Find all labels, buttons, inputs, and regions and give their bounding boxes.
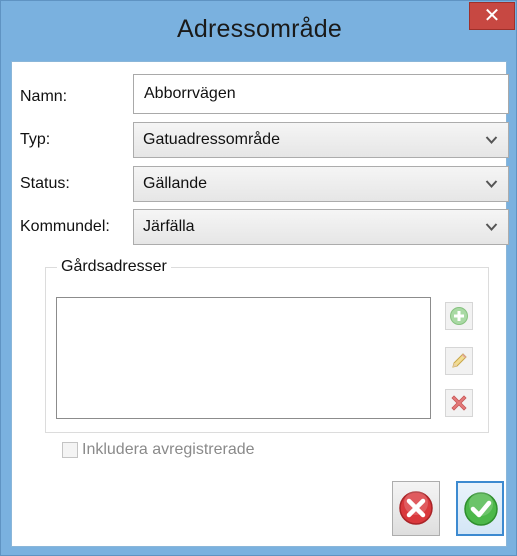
add-gardsadress-button[interactable] (445, 302, 473, 330)
typ-dropdown-value: Gatuadressområde (143, 131, 280, 148)
namn-input-value: Abborrvägen (144, 85, 236, 102)
status-label: Status: (20, 175, 70, 192)
edit-gardsadress-button[interactable] (445, 347, 473, 375)
namn-input[interactable]: Abborrvägen (133, 74, 509, 114)
gardsadresser-group-title: Gårdsadresser (57, 258, 171, 276)
close-icon: ✕ (483, 3, 501, 27)
ok-button[interactable] (456, 481, 504, 536)
add-icon (450, 307, 468, 325)
window-title: Adressområde (177, 15, 342, 43)
pencil-icon (452, 353, 467, 368)
gardsadresser-list[interactable] (56, 297, 431, 419)
inkludera-avregistrerade-checkbox[interactable] (62, 442, 78, 458)
kommundel-dropdown[interactable]: Järfälla (133, 209, 509, 245)
delete-gardsadress-button[interactable] (445, 389, 473, 417)
kommundel-label: Kommundel: (20, 218, 110, 235)
chevron-down-icon (485, 136, 498, 144)
close-button[interactable]: ✕ (469, 2, 515, 30)
status-dropdown-value: Gällande (143, 175, 208, 192)
cancel-icon (399, 491, 433, 525)
namn-label: Namn: (20, 88, 68, 105)
chevron-down-icon (485, 223, 498, 231)
dialog-window: Adressområde ✕ Namn: Abborrvägen Typ: Ga… (0, 0, 517, 556)
status-dropdown[interactable]: Gällande (133, 166, 509, 202)
chevron-down-icon (485, 180, 498, 188)
inkludera-avregistrerade-label: Inkludera avregistrerade (82, 441, 255, 458)
ok-check-icon (464, 492, 498, 526)
delete-x-icon (451, 395, 467, 411)
title-bar[interactable]: Adressområde ✕ (1, 1, 517, 61)
cancel-button[interactable] (392, 481, 440, 536)
typ-dropdown[interactable]: Gatuadressområde (133, 122, 509, 158)
typ-label: Typ: (20, 131, 51, 148)
kommundel-dropdown-value: Järfälla (143, 218, 195, 235)
dialog-content: Namn: Abborrvägen Typ: Gatuadressområde … (11, 61, 509, 547)
